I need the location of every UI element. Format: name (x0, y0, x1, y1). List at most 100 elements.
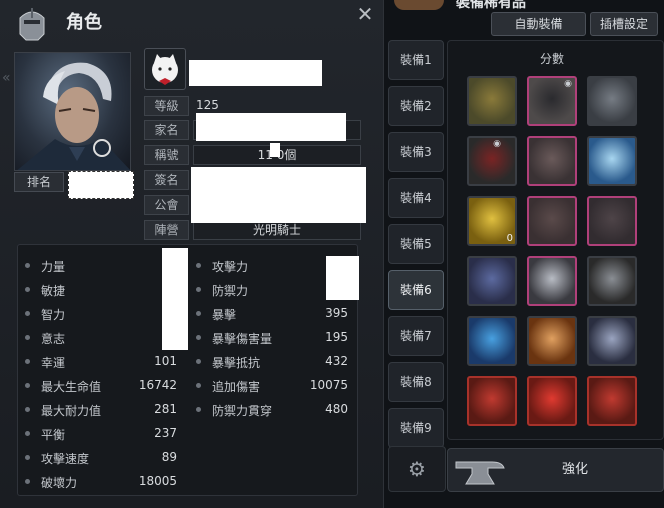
stat-row: 最大耐力值 281 (25, 400, 177, 420)
info-label-guild: 公會 (144, 195, 189, 215)
helmet-icon (19, 8, 45, 41)
stat-bullet-icon (196, 311, 201, 316)
stat-bullet-icon (25, 263, 30, 268)
character-portrait (14, 52, 131, 171)
pet-avatar[interactable] (144, 48, 186, 90)
info-label-faction: 陣營 (144, 220, 189, 240)
leggings-icon[interactable] (527, 196, 577, 246)
stat-row: 幸運 101 (25, 352, 177, 372)
stat-bullet-icon (25, 455, 30, 460)
claw-orb-icon[interactable] (527, 316, 577, 366)
blue-crystal-icon[interactable] (587, 136, 637, 186)
gear-icon[interactable]: ⚙ (388, 446, 446, 492)
stat-label: 暴擊傷害量 (212, 332, 273, 346)
close-icon[interactable]: ✕ (355, 4, 375, 24)
stat-row: 暴擊 395 (196, 304, 348, 324)
score-label: 分數 (540, 52, 565, 66)
stat-label: 防禦力 (212, 284, 249, 298)
stats-redacted-2 (326, 256, 359, 300)
equipment-tab-6[interactable]: 裝備6 (388, 270, 444, 310)
stat-row: 攻擊速度 89 (25, 448, 177, 468)
stat-value: 16742 (138, 378, 177, 392)
red-staff-icon[interactable]: ◉ (467, 136, 517, 186)
stat-value: 432 (325, 354, 348, 368)
visibility-eye-icon: ◉ (493, 139, 501, 149)
info-value-faction: 光明騎士 (193, 220, 361, 240)
stat-bullet-icon (25, 431, 30, 436)
info-value-level: 125 (196, 98, 219, 112)
stat-bullet-icon (196, 407, 201, 412)
portrait-emblem-icon (93, 139, 111, 157)
gauntlet-icon[interactable] (587, 196, 637, 246)
stat-bullet-icon (196, 335, 201, 340)
armor-icon[interactable] (527, 136, 577, 186)
stat-bullet-icon (196, 359, 201, 364)
info-label-title: 稱號 (144, 145, 189, 165)
stat-value: 89 (161, 450, 177, 464)
panel-header: 角色 ✕ (0, 0, 384, 44)
stat-row: 平衡 237 (25, 424, 177, 444)
stat-label: 平衡 (41, 428, 66, 442)
auto-equip-button[interactable]: 自動裝備 (491, 12, 586, 36)
stat-row: 暴擊傷害量 195 (196, 328, 348, 348)
stat-bullet-icon (25, 407, 30, 412)
rune-belt-2-icon[interactable] (587, 376, 637, 426)
collapse-arrow-icon[interactable]: « (2, 70, 11, 86)
stat-bullet-icon (25, 311, 30, 316)
equipment-title: 裝備稀有品 (456, 0, 526, 11)
stat-bullet-icon (25, 359, 30, 364)
stat-value: 395 (325, 306, 348, 320)
stat-row: 意志29 (25, 328, 177, 348)
stat-label: 暴擊抵抗 (212, 356, 261, 370)
equipment-tab-5[interactable]: 裝備5 (388, 224, 444, 264)
equipment-tab-7[interactable]: 裝備7 (388, 316, 444, 356)
equipment-tab-9[interactable]: 裝備9 (388, 408, 444, 448)
blue-ring-icon[interactable] (467, 316, 517, 366)
rune-belt-icon[interactable] (467, 376, 517, 426)
stat-value: 480 (325, 402, 348, 416)
anvil-icon (455, 461, 505, 485)
stat-value: 101 (154, 354, 177, 368)
equipment-tab-2[interactable]: 裝備2 (388, 86, 444, 126)
helmet-icon[interactable]: ◉ (527, 76, 577, 126)
equipment-tab-4[interactable]: 裝備4 (388, 178, 444, 218)
stat-label: 防禦力貫穿 (212, 404, 273, 418)
rank-value-redacted (68, 171, 134, 199)
equipment-tab-8[interactable]: 裝備8 (388, 362, 444, 402)
slot-settings-button[interactable]: 插槽設定 (590, 12, 658, 36)
family-redacted (196, 113, 346, 141)
portrait-image (17, 62, 130, 170)
equipment-tab-3[interactable]: 裝備3 (388, 132, 444, 172)
stat-label: 最大耐力值 (41, 404, 102, 418)
stat-label: 攻擊速度 (41, 452, 90, 466)
herb-branch-icon[interactable] (467, 76, 517, 126)
stat-label: 破壞力 (41, 476, 78, 490)
stat-row: 破壞力 18005 (25, 472, 177, 492)
stat-label: 意志 (41, 332, 66, 346)
stat-value: 10075 (309, 378, 348, 392)
silver-ring-icon[interactable] (587, 316, 637, 366)
stat-value: 195 (325, 330, 348, 344)
stat-bullet-icon (25, 287, 30, 292)
greaves-icon[interactable] (527, 256, 577, 306)
title-redacted-slice (270, 143, 280, 157)
stat-label: 攻擊力 (212, 260, 249, 274)
character-name-redacted (189, 60, 322, 86)
stat-label: 敏捷 (41, 284, 66, 298)
ring-dark-icon[interactable] (587, 256, 637, 306)
stat-label: 追加傷害 (212, 380, 261, 394)
equipment-tab-1[interactable]: 裝備1 (388, 40, 444, 80)
stat-value: 237 (154, 426, 177, 440)
stat-label: 力量 (41, 260, 66, 274)
mechanical-arm-icon[interactable] (587, 76, 637, 126)
rank-button[interactable]: 排名 (14, 172, 64, 192)
rune-gem-icon[interactable] (527, 376, 577, 426)
item-count: 0 (506, 233, 513, 244)
bracelet-icon[interactable] (467, 256, 517, 306)
stat-bullet-icon (196, 287, 201, 292)
stat-bullet-icon (196, 383, 201, 388)
stat-label: 暴擊 (212, 308, 237, 322)
info-label-signature: 簽名 (144, 170, 189, 190)
golden-scroll-icon[interactable]: 0 (467, 196, 517, 246)
stat-value: 281 (154, 402, 177, 416)
